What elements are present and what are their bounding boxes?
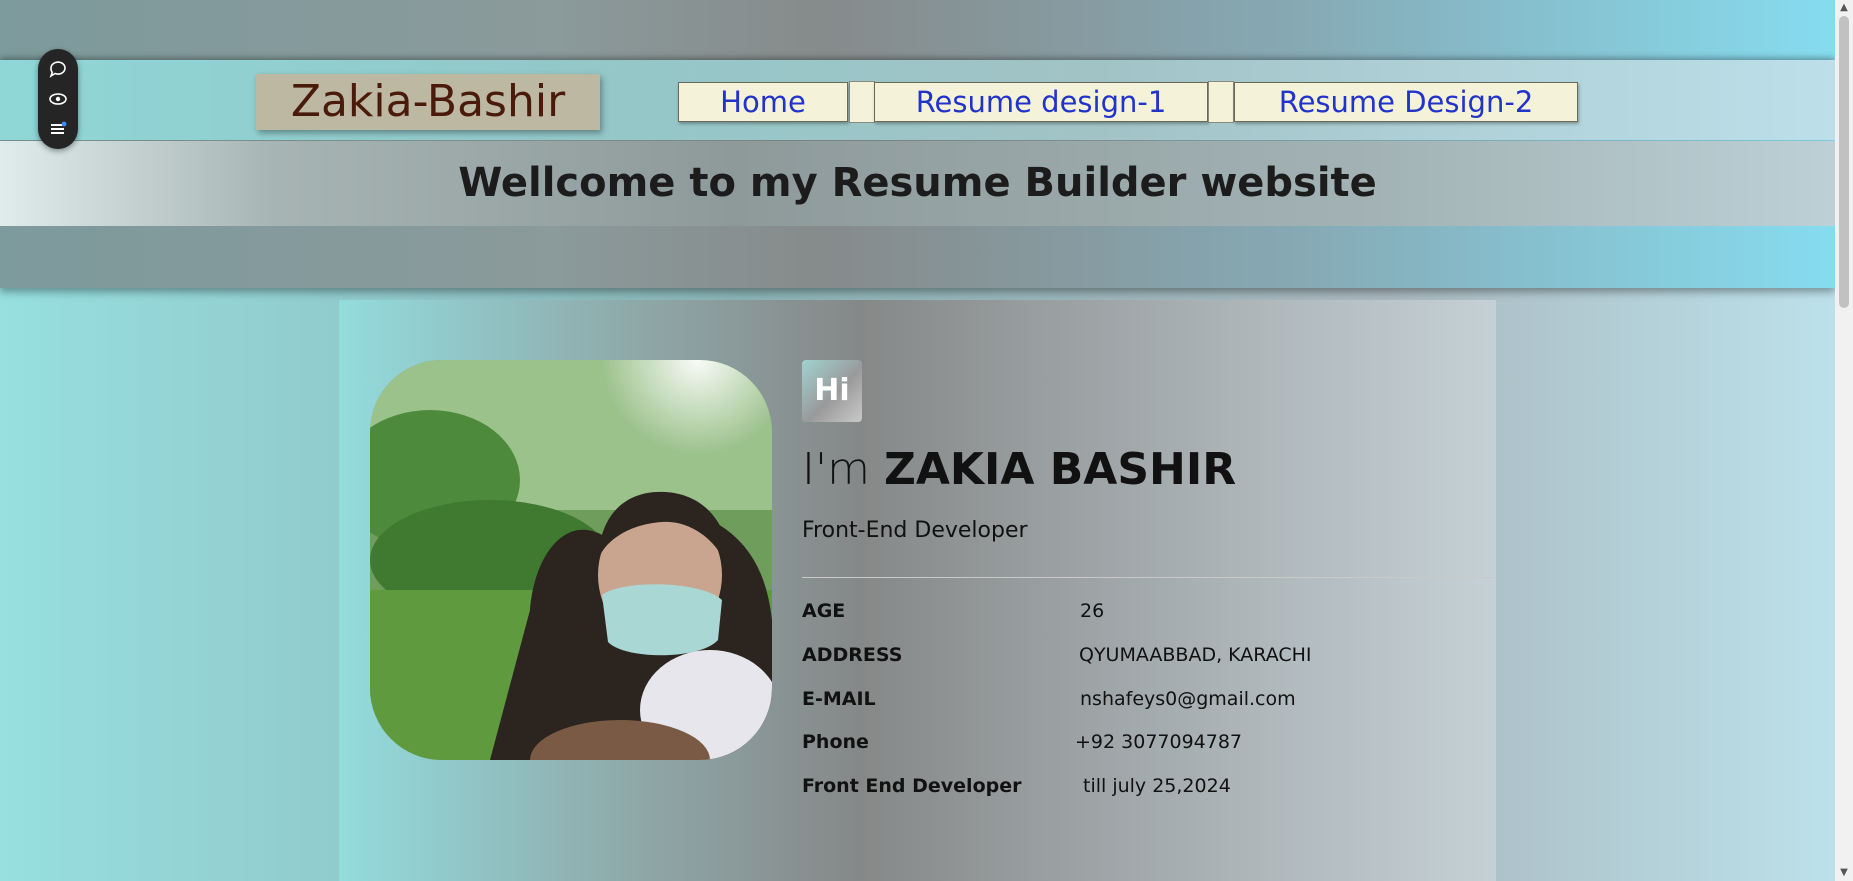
welcome-heading: Wellcome to my Resume Builder website: [458, 160, 1377, 206]
info-value: QYUMAABBAD, KARACHI: [1079, 644, 1312, 666]
info-label: ADDRESS: [802, 644, 903, 666]
info-row-address: ADDRESS QYUMAABBAD, KARACHI: [802, 640, 1492, 670]
profile-photo: [370, 360, 772, 760]
nav-separator: [849, 81, 875, 123]
vertical-scrollbar[interactable]: ▲ ▼: [1835, 0, 1853, 881]
profile-name: ZAKIA BASHIR: [883, 444, 1237, 495]
scroll-down-arrow-icon[interactable]: ▼: [1835, 865, 1853, 881]
scroll-up-arrow-icon[interactable]: ▲: [1835, 0, 1853, 16]
nav-resume-design-2[interactable]: Resume Design-2: [1234, 82, 1578, 122]
floating-toolbar: [38, 49, 78, 149]
info-row-email: E-MAIL nshafeys0@gmail.com: [802, 684, 1492, 714]
info-value: +92 3077094787: [1075, 731, 1243, 753]
nav-home[interactable]: Home: [678, 82, 848, 122]
info-row-experience: Front End Developer till july 25,2024: [802, 771, 1492, 801]
info-value: till july 25,2024: [1083, 775, 1231, 797]
greeting-text: I'm: [802, 444, 870, 495]
info-label: E-MAIL: [802, 688, 876, 710]
divider: [802, 577, 1496, 578]
page-viewport: Zakia-Bashir Home Resume design-1 Resume…: [0, 0, 1835, 881]
info-row-phone: Phone +92 3077094787: [802, 727, 1492, 757]
info-value: 26: [1080, 600, 1105, 622]
chat-bubble-icon[interactable]: [46, 57, 70, 81]
menu-list-icon[interactable]: [46, 117, 70, 141]
info-value[interactable]: nshafeys0@gmail.com: [1080, 684, 1296, 714]
info-label: Front End Developer: [802, 775, 1022, 797]
nav-resume-design-1[interactable]: Resume design-1: [874, 82, 1208, 122]
info-label: AGE: [802, 600, 846, 622]
hi-badge: Hi: [802, 360, 862, 422]
info-label: Phone: [802, 731, 869, 753]
profile-role: Front-End Developer: [802, 518, 1028, 543]
brand-logo[interactable]: Zakia-Bashir: [256, 74, 600, 130]
info-row-age: AGE 26: [802, 596, 1492, 626]
nav-separator: [1208, 81, 1234, 123]
scrollbar-thumb[interactable]: [1839, 16, 1849, 308]
profile-name-heading: I'm ZAKIA BASHIR: [802, 440, 1236, 500]
eye-icon[interactable]: [46, 87, 70, 111]
